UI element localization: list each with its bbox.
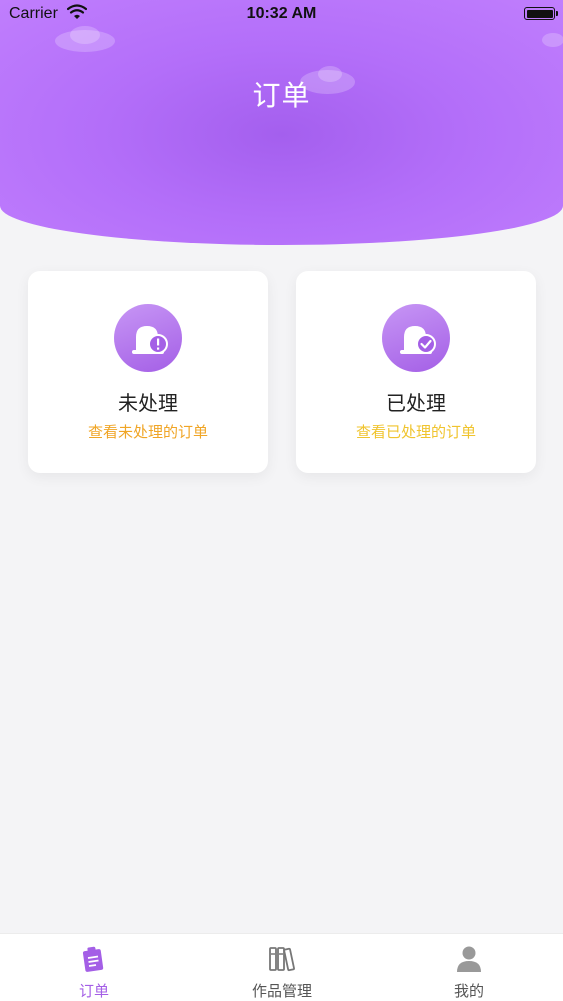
tab-mine[interactable]: 我的 — [375, 934, 563, 1001]
tab-label: 订单 — [78, 982, 109, 1000]
bell-check-icon — [382, 304, 450, 372]
user-icon — [454, 944, 484, 974]
card-label: 未处理 — [118, 391, 178, 415]
battery-icon — [524, 7, 558, 20]
books-icon — [267, 944, 297, 974]
tab-works-management[interactable]: 作品管理 — [188, 934, 376, 1001]
tab-label: 作品管理 — [251, 982, 312, 1000]
header-banner: 订单 — [0, 0, 563, 245]
order-clipboard-icon — [79, 944, 109, 974]
tab-bar: 订单 作品管理 我的 — [0, 933, 563, 1001]
bell-alert-icon — [114, 304, 182, 372]
card-processed[interactable]: 已处理 查看已处理的订单 — [296, 271, 536, 473]
status-bar: Carrier 10:32 AM — [0, 0, 563, 30]
card-subtitle: 查看未处理的订单 — [87, 423, 208, 441]
page-title: 订单 — [252, 79, 311, 112]
tab-orders[interactable]: 订单 — [0, 934, 188, 1001]
card-unprocessed[interactable]: 未处理 查看未处理的订单 — [28, 271, 268, 473]
card-subtitle: 查看已处理的订单 — [355, 423, 476, 441]
cloud-decoration — [542, 33, 563, 47]
status-time: 10:32 AM — [246, 5, 317, 22]
tab-label: 我的 — [453, 982, 484, 1000]
card-label: 已处理 — [386, 391, 446, 415]
